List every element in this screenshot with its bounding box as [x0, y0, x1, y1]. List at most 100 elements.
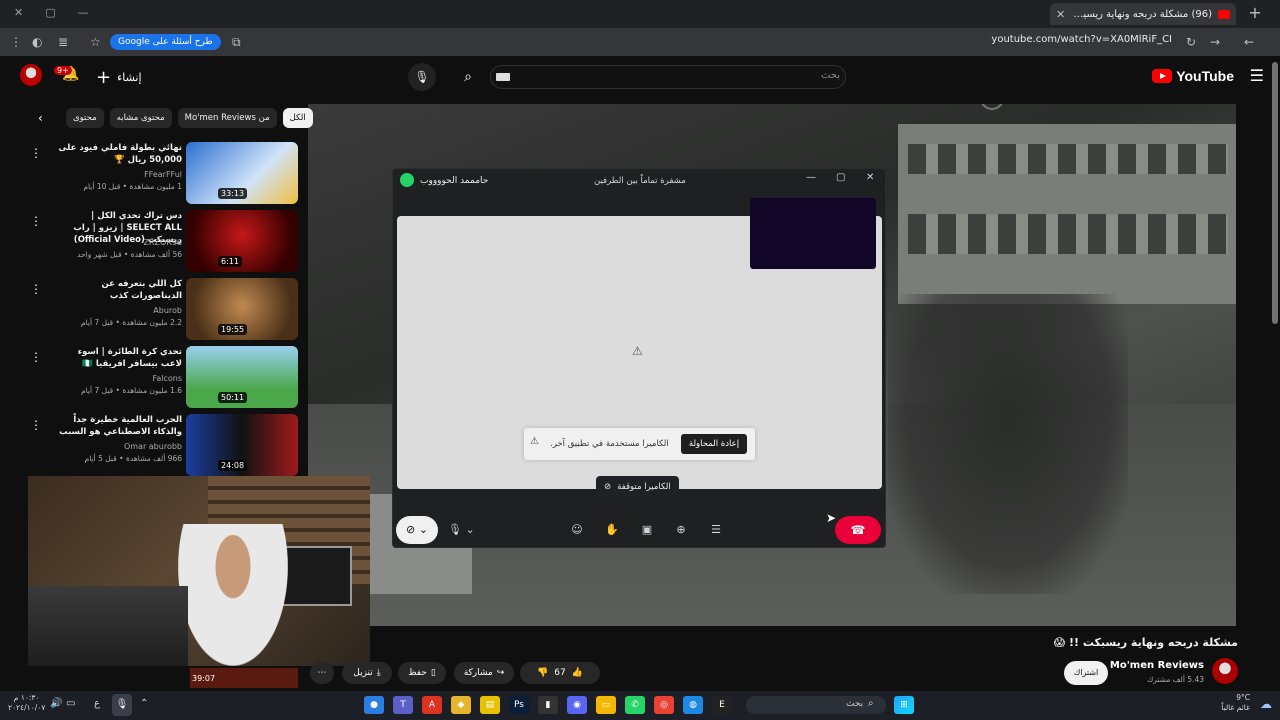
create-button[interactable]: + إنشاء: [96, 67, 142, 88]
profile-sync-icon[interactable]: ◐: [32, 35, 42, 49]
search-input[interactable]: [490, 65, 846, 89]
video-title[interactable]: تحدي كرة الطائرة | اسوء لاعب بيسافر افري…: [54, 346, 182, 370]
channel-name[interactable]: Aburob: [153, 306, 182, 315]
voice-search-icon[interactable]: 🎙: [408, 63, 436, 91]
browser-tab[interactable]: (96) مشكلة دربحه ونهاية ريسيكت ✕: [1050, 3, 1236, 25]
channel-name-main[interactable]: Mo'men Reviews: [1110, 660, 1204, 671]
new-tab-button[interactable]: +: [1244, 3, 1266, 25]
list-item[interactable]: 6:11 دس تراك تحدي الكل | SELECT ALL | زي…: [28, 210, 298, 274]
screen-share-icon[interactable]: ▣: [636, 520, 658, 540]
video-meta: 2.2 مليون مشاهدة • قبل 7 أيام: [80, 318, 182, 327]
dislike-icon[interactable]: 👎: [537, 662, 548, 684]
chrome-browser-icon[interactable]: ◎: [654, 696, 674, 714]
close-call-icon[interactable]: ✕: [866, 172, 874, 183]
bookmark-star-icon[interactable]: ☆: [90, 35, 101, 49]
duration-badge: 24:08: [218, 460, 248, 471]
share-page-icon[interactable]: ⧉: [232, 35, 241, 50]
address-bar[interactable]: youtube.com/watch?v=XA0MlRiF_CI: [991, 34, 1172, 45]
close-window-icon[interactable]: ✕: [14, 6, 23, 19]
retry-button[interactable]: إعادة المحاولة: [681, 434, 747, 454]
reload-icon[interactable]: ↻: [1186, 35, 1196, 49]
chrome-app-icon[interactable]: ●: [364, 696, 384, 714]
more-options-icon[interactable]: ⋮: [30, 350, 42, 364]
download-button[interactable]: تنزيل ⤓: [342, 662, 392, 684]
keyboard-icon[interactable]: [496, 73, 510, 81]
forward-icon[interactable]: →: [1210, 35, 1220, 49]
teams-app-icon[interactable]: T: [393, 696, 413, 714]
cloud-icon: ☁: [1260, 697, 1272, 711]
taskbar-search-input[interactable]: [746, 696, 886, 714]
chip-related[interactable]: محتوى مشابه: [109, 108, 172, 128]
more-options-icon[interactable]: ⋮: [30, 214, 42, 228]
volume-icon[interactable]: 🔊: [50, 698, 62, 709]
account-avatar[interactable]: [20, 64, 42, 86]
menu-dots-icon[interactable]: ⋮: [10, 35, 22, 49]
more-options-icon[interactable]: ⋮: [30, 282, 42, 296]
sticky-notes-icon[interactable]: ▤: [480, 696, 500, 714]
chip-from-channel[interactable]: من Mo'men Reviews: [177, 108, 277, 128]
channel-name[interactable]: ZRZOR96: [143, 238, 182, 247]
list-item[interactable]: 33:13 نهائي بطولة فاملي فيود على 50,000 …: [28, 142, 298, 206]
extensions-icon[interactable]: ≣: [58, 35, 68, 49]
video-title[interactable]: الحرب العالمية خطيرة جداً والذكاء الاصطن…: [54, 414, 182, 438]
back-icon[interactable]: ←: [1244, 35, 1254, 49]
more-options-icon[interactable]: ⋮: [30, 418, 42, 432]
list-item[interactable]: 19:55 كل اللي بتعرفه عن الديناصورات كذب …: [28, 278, 298, 342]
creative-app-icon[interactable]: A: [422, 696, 442, 714]
search-icon[interactable]: ⌕: [452, 65, 484, 89]
add-participant-icon[interactable]: ⊕: [670, 520, 692, 540]
video-title[interactable]: نهائي بطولة فاملي فيود على 50,000 ريال 🏆: [54, 142, 182, 166]
video-title[interactable]: كل اللي بتعرفه عن الديناصورات كذب: [54, 278, 182, 302]
reactions-icon[interactable]: ☺: [566, 520, 588, 540]
tab-close-icon[interactable]: ✕: [1056, 8, 1065, 21]
system-clock[interactable]: ١٠:٣٠ م ٢٠٢٤/١٠/٠٧: [8, 693, 45, 713]
chip-content[interactable]: محتوى: [66, 108, 104, 128]
call-chat-icon[interactable]: ☰: [705, 520, 727, 540]
channel-avatar[interactable]: [1212, 658, 1238, 684]
chevron-left-icon[interactable]: ‹: [38, 111, 43, 125]
network-icon[interactable]: ▭: [66, 698, 75, 709]
photoshop-app-icon[interactable]: Ps: [509, 696, 529, 714]
epic-games-icon[interactable]: E: [712, 696, 732, 714]
input-language[interactable]: ع: [94, 698, 100, 709]
channel-name[interactable]: Falcons: [152, 374, 182, 383]
list-item[interactable]: 24:08 الحرب العالمية خطيرة جداً والذكاء …: [28, 414, 298, 478]
channel-name[interactable]: FFearFFul: [144, 170, 182, 179]
duration-badge: 19:55: [218, 324, 248, 335]
channel-name[interactable]: Omar aburobb: [124, 442, 182, 451]
start-menu-icon[interactable]: ⊞: [894, 696, 914, 714]
chip-all[interactable]: الكل: [282, 108, 313, 128]
share-button[interactable]: مشاركة ↪: [454, 662, 514, 684]
weather-widget[interactable]: 9°C غائم غالباً: [1221, 693, 1250, 713]
guide-menu-icon[interactable]: ☰: [1250, 66, 1264, 85]
whatsapp-app-icon[interactable]: ✆: [625, 696, 645, 714]
self-video-preview[interactable]: [750, 198, 876, 269]
next-video-duration: 39:07: [192, 674, 216, 683]
duration-badge: 50:11: [218, 392, 248, 403]
end-call-button[interactable]: ☎: [835, 516, 881, 544]
camera-toggle-button[interactable]: ⊘ ⌄: [396, 516, 438, 544]
youtube-logo[interactable]: YouTube: [1152, 68, 1234, 84]
more-options-icon[interactable]: ⋮: [30, 146, 42, 160]
minimize-window-icon[interactable]: —: [78, 6, 89, 19]
discord-app-icon[interactable]: ◉: [567, 696, 587, 714]
mic-tray-icon[interactable]: 🎙: [112, 694, 132, 716]
list-item[interactable]: 50:11 تحدي كرة الطائرة | اسوء لاعب بيساف…: [28, 346, 298, 410]
ask-google-chip[interactable]: طرح أسئلة على Google: [110, 34, 221, 50]
subscribe-button[interactable]: اشتراك: [1064, 661, 1108, 685]
more-actions-icon[interactable]: ⋯: [310, 662, 334, 684]
file-explorer-icon[interactable]: ▭: [596, 696, 616, 714]
page-scrollbar-thumb[interactable]: [1272, 62, 1278, 324]
game-launcher-icon[interactable]: ◆: [451, 696, 471, 714]
mic-toggle-button[interactable]: 🎙 ⌄: [448, 520, 488, 540]
maximize-window-icon[interactable]: ▢: [45, 6, 55, 19]
maximize-call-icon[interactable]: ▢: [836, 172, 845, 183]
save-button[interactable]: حفظ ▯: [398, 662, 446, 684]
video-thumbnail[interactable]: [186, 210, 298, 272]
tray-overflow-icon[interactable]: ⌃: [140, 698, 148, 709]
mouse-app-icon[interactable]: ▮: [538, 696, 558, 714]
minimize-call-icon[interactable]: —: [806, 172, 816, 183]
raise-hand-icon[interactable]: ✋: [601, 520, 623, 540]
store-app-icon[interactable]: ◍: [683, 696, 703, 714]
like-icon[interactable]: 👍: [572, 662, 583, 684]
